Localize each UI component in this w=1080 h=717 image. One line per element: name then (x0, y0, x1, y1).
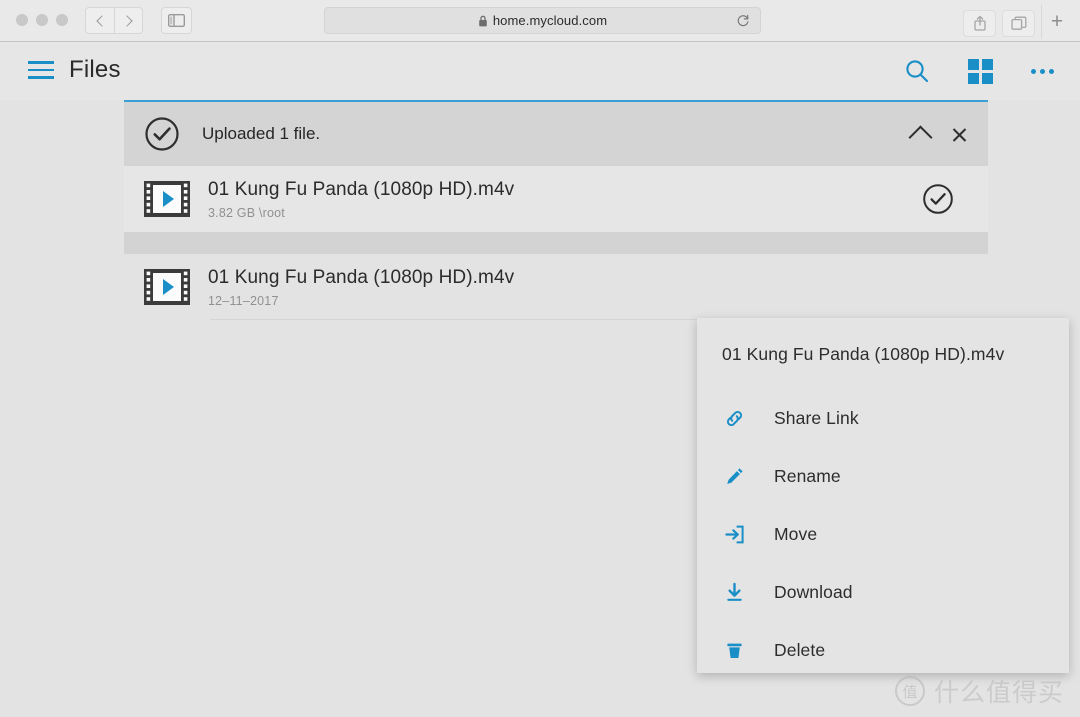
files-content-panel: Uploaded 1 file. 01 Kung Fu Panda (1080p… (124, 100, 988, 320)
search-icon (906, 60, 929, 83)
forward-button[interactable] (114, 7, 143, 34)
pencil-icon (721, 463, 747, 489)
minimize-window-button[interactable] (36, 14, 48, 26)
show-tabs-button[interactable] (1002, 9, 1035, 37)
uploaded-file-row[interactable]: 01 Kung Fu Panda (1080p HD).m4v 3.82 GB … (124, 166, 988, 232)
reload-button[interactable] (736, 14, 750, 28)
upload-notification-actions (908, 123, 968, 150)
menu-item-rename[interactable]: Rename (697, 447, 1069, 505)
video-file-icon (144, 269, 190, 305)
uploaded-file-details: 3.82 GB \root (208, 206, 285, 220)
watermark: 值 什么值得买 (894, 673, 1064, 709)
menu-item-label: Download (774, 581, 853, 602)
grid-view-icon (968, 58, 993, 84)
link-icon (721, 405, 747, 431)
window-traffic-lights (16, 14, 68, 26)
share-icon (973, 15, 986, 31)
download-icon (721, 579, 747, 605)
uploaded-file-meta: 01 Kung Fu Panda (1080p HD).m4v 3.82 GB … (208, 178, 514, 220)
menu-item-delete[interactable]: Delete (697, 621, 1069, 679)
lock-icon (479, 15, 487, 26)
share-button[interactable] (963, 9, 996, 37)
menu-item-share-link[interactable]: Share Link (697, 389, 1069, 447)
file-row-details: 12–11–2017 (208, 294, 279, 308)
address-bar-text: home.mycloud.com (492, 13, 608, 28)
upload-notification-bar: Uploaded 1 file. (124, 102, 988, 166)
context-menu-title: 01 Kung Fu Panda (1080p HD).m4v (722, 344, 1005, 364)
show-tabs-icon (1010, 16, 1026, 30)
page-title: Files (69, 56, 121, 83)
menu-item-download[interactable]: Download (697, 563, 1069, 621)
section-spacer (124, 232, 988, 254)
maximize-window-button[interactable] (56, 14, 68, 26)
file-context-menu: 01 Kung Fu Panda (1080p HD).m4v Share Li… (697, 318, 1069, 673)
browser-right-actions: + (963, 5, 1072, 39)
close-window-button[interactable] (16, 14, 28, 26)
menu-item-label: Delete (774, 639, 826, 660)
move-arrow-icon (721, 521, 747, 547)
more-options-button[interactable] (1031, 68, 1054, 74)
sidebar-toggle-button[interactable] (161, 7, 192, 34)
more-options-icon (1031, 68, 1054, 74)
check-circle-icon[interactable] (922, 183, 954, 215)
address-bar[interactable]: home.mycloud.com (324, 7, 761, 34)
new-tab-button[interactable]: + (1041, 5, 1072, 39)
header-actions (904, 42, 1054, 100)
upload-notification-message: Uploaded 1 file. (202, 124, 321, 143)
uploaded-file-name: 01 Kung Fu Panda (1080p HD).m4v (208, 179, 515, 200)
menu-item-label: Move (774, 523, 818, 544)
menu-item-label: Rename (774, 465, 841, 486)
menu-item-move[interactable]: Move (697, 505, 1069, 563)
check-circle-icon (145, 117, 179, 151)
navigation-buttons (85, 7, 143, 34)
search-button[interactable] (904, 58, 930, 84)
file-list-row[interactable]: 01 Kung Fu Panda (1080p HD).m4v 12–11–20… (124, 254, 988, 320)
file-row-name: 01 Kung Fu Panda (1080p HD).m4v (208, 267, 515, 288)
hamburger-menu-icon[interactable] (28, 61, 54, 79)
chevron-left-icon (95, 14, 108, 27)
watermark-badge: 值 (894, 676, 925, 706)
menu-item-label: Share Link (774, 407, 859, 428)
chevron-up-icon[interactable] (908, 124, 933, 150)
chevron-right-icon (121, 14, 133, 27)
file-row-meta: 01 Kung Fu Panda (1080p HD).m4v 12–11–20… (208, 266, 514, 308)
watermark-text: 什么值得买 (933, 678, 1064, 707)
back-button[interactable] (85, 7, 114, 34)
trash-icon (721, 637, 747, 663)
grid-view-button[interactable] (968, 58, 993, 84)
video-file-icon (144, 181, 190, 217)
app-screen: home.mycloud.com + Files Uploaded 1 file… (0, 0, 1080, 717)
sidebar-toggle-icon (168, 14, 185, 27)
app-header: Files (0, 42, 1080, 100)
browser-toolbar: home.mycloud.com + (0, 0, 1080, 42)
close-icon[interactable] (951, 126, 968, 143)
